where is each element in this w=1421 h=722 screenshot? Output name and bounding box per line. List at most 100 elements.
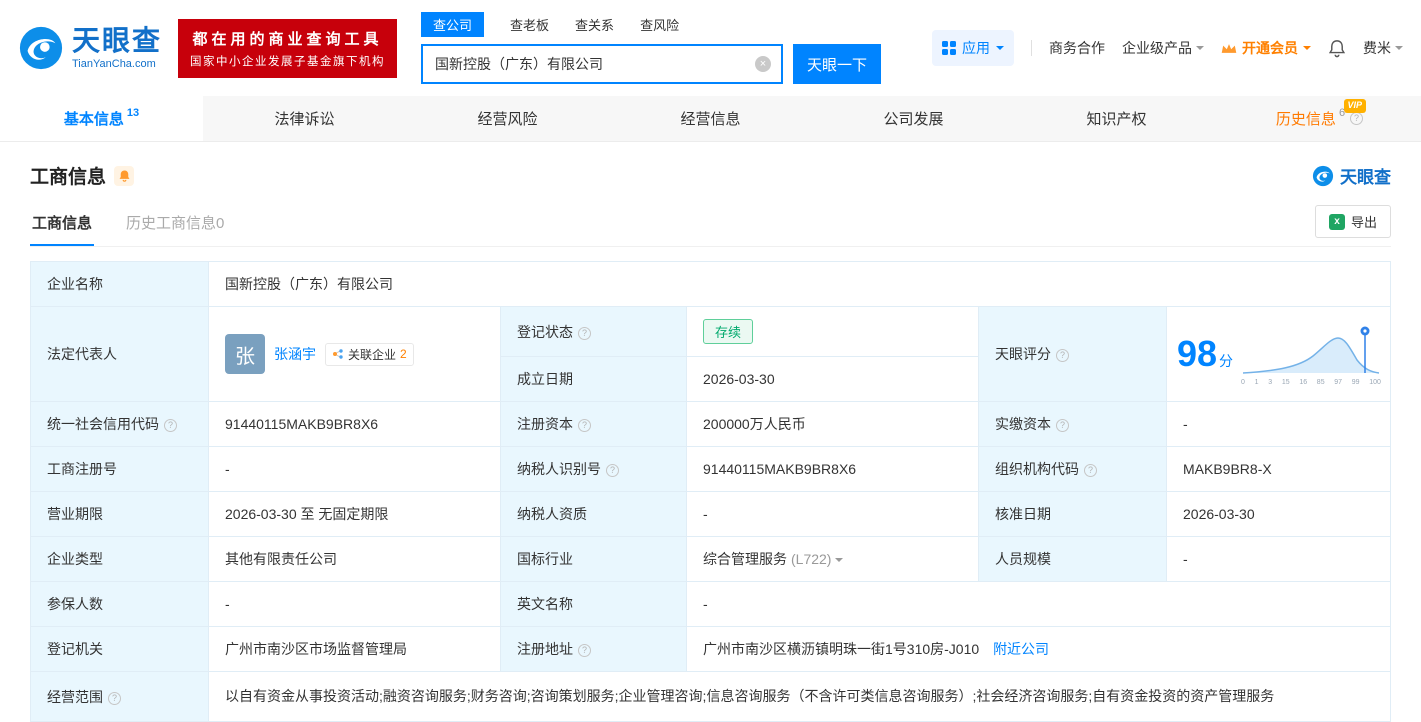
field-value-staff-size: - (1166, 536, 1391, 582)
user-name-label: 费米 (1363, 40, 1391, 56)
slogan-line1: 都在用的商业查询工具 (192, 30, 383, 48)
field-label-score: 天眼评分 (978, 306, 1167, 402)
tab-label: 法律诉讼 (274, 111, 335, 128)
search-area: 查公司 查老板 查关系 查风险 天眼一下 (421, 12, 882, 84)
network-icon (333, 349, 343, 359)
menu-business-cooperation[interactable]: 商务合作 (1049, 38, 1105, 58)
tab-operation-risk[interactable]: 经营风险 (406, 96, 609, 141)
subtab-history-business-info[interactable]: 历史工商信息0 (124, 206, 226, 246)
field-label-address: 注册地址 (500, 626, 687, 672)
crown-icon (1221, 43, 1237, 53)
monitor-bell-icon[interactable] (114, 165, 135, 186)
corner-brand-logo: 天眼查 (1312, 163, 1391, 188)
field-value-industry[interactable]: 综合管理服务 (L722) (686, 536, 979, 582)
help-icon[interactable] (1350, 112, 1364, 125)
table-row: 参保人数 - 英文名称 - (30, 581, 1391, 627)
search-tab-risk[interactable]: 查风险 (640, 12, 679, 37)
menu-enterprise-products[interactable]: 企业级产品 (1122, 38, 1204, 58)
apps-label: 应用 (962, 40, 990, 56)
help-icon[interactable] (578, 419, 591, 432)
field-value-taxpayer-no: 91440115MAKB9BR8X6 (686, 446, 979, 492)
section-title: 工商信息 (30, 167, 107, 188)
help-icon[interactable] (164, 419, 177, 432)
score-axis-tick: 1 (1254, 378, 1259, 386)
field-value-company-type: 其他有限责任公司 (208, 536, 501, 582)
field-label-paid-capital: 实缴资本 (978, 401, 1167, 447)
field-value-reg-no: - (208, 446, 501, 492)
search-tab-company[interactable]: 查公司 (421, 12, 485, 37)
table-row: 工商注册号 - 纳税人识别号 91440115MAKB9BR8X6 组织机构代码… (30, 446, 1391, 492)
help-icon[interactable] (578, 326, 591, 340)
field-label-scope: 经营范围 (30, 670, 209, 722)
field-value-authority: 广州市南沙区市场监督管理局 (208, 626, 501, 672)
score-axis-tick: 16 (1299, 378, 1308, 386)
field-value-score: 98 分 0 1 3 15 16 85 97 99 100 (1166, 306, 1391, 402)
search-tab-boss[interactable]: 查老板 (510, 12, 549, 37)
score-axis-tick: 97 (1334, 378, 1343, 386)
business-info-table: 企业名称 国新控股（广东）有限公司 法定代表人 张 张涵宇 关联企业 2 登记状… (30, 261, 1391, 722)
main-content: 工商信息 天眼查 工商信息 历史工商信息0 导出 企业名称 (0, 162, 1421, 722)
menu-divider (1031, 40, 1032, 56)
field-label-authority: 登记机关 (30, 626, 209, 672)
help-icon[interactable] (1084, 464, 1097, 477)
tab-label: 知识产权 (1086, 111, 1147, 128)
notification-bell-icon[interactable] (1328, 39, 1346, 58)
help-icon[interactable] (578, 644, 591, 657)
field-value-legal-rep: 张 张涵宇 关联企业 2 (208, 306, 501, 402)
field-value-company-name: 国新控股（广东）有限公司 (208, 261, 1391, 307)
help-icon[interactable] (1056, 349, 1069, 362)
tab-label: 基本信息 (63, 111, 124, 128)
related-companies-badge[interactable]: 关联企业 2 (325, 342, 414, 366)
field-label-reg-capital: 注册资本 (500, 401, 687, 447)
field-value-term: 2026-03-30 至 无固定期限 (208, 491, 501, 537)
field-label-approve-date: 核准日期 (978, 491, 1167, 537)
tab-company-development[interactable]: 公司发展 (812, 96, 1015, 141)
menu-open-vip[interactable]: 开通会员 (1221, 38, 1311, 58)
slogan-banner: 都在用的商业查询工具 国家中小企业发展子基金旗下机构 (178, 18, 398, 78)
tab-count: 13 (126, 106, 140, 119)
industry-code: (L722) (791, 551, 832, 567)
nearby-companies-link[interactable]: 附近公司 (993, 641, 1049, 657)
field-label-credit-code: 统一社会信用代码 (30, 401, 209, 447)
menu-user-account[interactable]: 费米 (1363, 38, 1403, 58)
score-value: 98 分 (1177, 333, 1234, 374)
score-axis-tick: 99 (1351, 378, 1360, 386)
export-button[interactable]: 导出 (1314, 205, 1391, 238)
help-icon[interactable] (1056, 419, 1069, 432)
tab-operation-info[interactable]: 经营信息 (609, 96, 812, 141)
field-value-approve-date: 2026-03-30 (1166, 491, 1391, 537)
tab-basic-info[interactable]: 基本信息 13 (0, 96, 203, 141)
section-header: 工商信息 天眼查 (30, 162, 1391, 189)
open-vip-label: 开通会员 (1242, 40, 1298, 56)
top-menu: 应用 商务合作 企业级产品 开通会员 费米 (932, 30, 1403, 66)
tianyancha-logo-icon (19, 26, 63, 70)
help-icon[interactable] (108, 691, 121, 705)
field-label-en-name: 英文名称 (500, 581, 687, 627)
search-button[interactable]: 天眼一下 (793, 44, 882, 84)
field-label-insured: 参保人数 (30, 581, 209, 627)
field-value-org-code: MAKB9BR8-X (1166, 446, 1391, 492)
legal-rep-avatar[interactable]: 张 (225, 334, 265, 374)
tianyancha-logo[interactable]: 天眼查 TianYanCha.com (18, 25, 162, 71)
tab-intellectual-property[interactable]: 知识产权 (1015, 96, 1218, 141)
legal-rep-name-link[interactable]: 张涵宇 (274, 344, 316, 364)
help-icon[interactable] (606, 464, 619, 477)
tab-history-info[interactable]: VIP 历史信息 6 (1218, 96, 1421, 141)
tab-legal-proceedings[interactable]: 法律诉讼 (203, 96, 406, 141)
chevron-down-icon (1395, 46, 1403, 54)
field-value-scope: 以自有资金从事投资活动;融资咨询服务;财务咨询;咨询策划服务;企业管理咨询;信息… (208, 670, 1391, 722)
search-input[interactable] (423, 56, 756, 72)
search-tab-relation[interactable]: 查关系 (575, 12, 614, 37)
export-label: 导出 (1350, 215, 1377, 230)
field-label-staff-size: 人员规模 (978, 536, 1167, 582)
field-value-taxpayer-quality: - (686, 491, 979, 537)
clear-search-icon[interactable] (755, 56, 772, 72)
tab-label: 公司发展 (883, 111, 944, 128)
subtab-business-info[interactable]: 工商信息 (30, 206, 95, 246)
chevron-down-icon[interactable] (835, 558, 844, 566)
apps-button[interactable]: 应用 (932, 30, 1014, 66)
field-value-reg-capital: 200000万人民币 (686, 401, 979, 447)
score-axis-tick: 3 (1268, 378, 1273, 386)
field-value-establish-date: 2026-03-30 (686, 356, 979, 402)
field-value-credit-code: 91440115MAKB9BR8X6 (208, 401, 501, 447)
